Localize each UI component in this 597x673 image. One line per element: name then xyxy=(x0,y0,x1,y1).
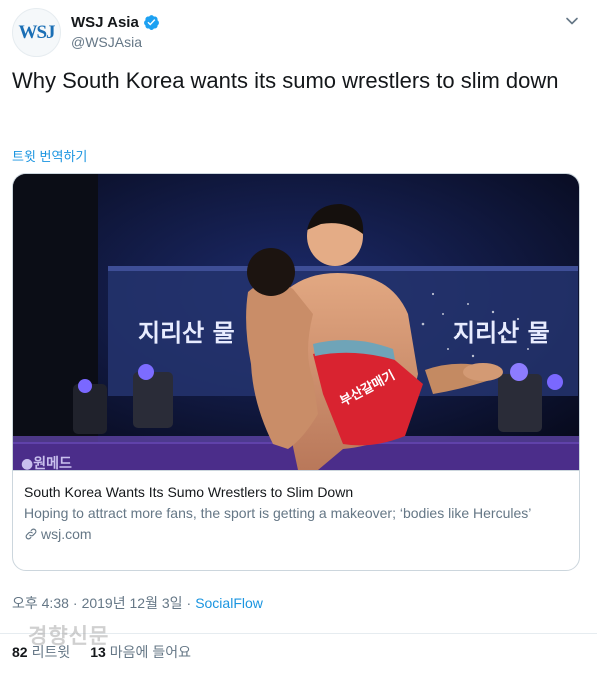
link-card[interactable]: 지리산 물 지리산 물 ●원메드 부산갈매기 South Korea Wants… xyxy=(12,173,580,571)
card-description: Hoping to attract more fans, the sport i… xyxy=(24,505,532,521)
avatar-logo-text: WSJ xyxy=(18,21,55,43)
meta-separator: · xyxy=(186,595,192,611)
banner-text: ●원메드 xyxy=(21,456,72,470)
tweet-date[interactable]: 2019년 12월 3일 xyxy=(82,595,183,611)
avatar[interactable]: WSJ xyxy=(12,8,61,57)
chevron-down-icon[interactable] xyxy=(565,14,579,28)
tweet-text: Why South Korea wants its sumo wrestlers… xyxy=(12,68,559,93)
tweet-source-link[interactable]: SocialFlow xyxy=(195,595,263,611)
tweet-meta: 오후 4:38 · 2019년 12월 3일 · SocialFlow xyxy=(12,593,263,613)
like-label: 마음에 들어요 xyxy=(109,644,191,660)
translate-tweet-link[interactable]: 트윗 번역하기 xyxy=(12,146,87,165)
link-icon xyxy=(25,528,37,540)
card-domain[interactable]: wsj.com xyxy=(24,526,568,542)
tweet-header: WSJ WSJ Asia @WSJAsia xyxy=(12,6,587,58)
display-name[interactable]: WSJ Asia xyxy=(71,14,139,31)
left-sign-text: 지리산 물 xyxy=(138,319,235,347)
retweet-count: 82 xyxy=(12,644,28,660)
card-body[interactable]: South Korea Wants Its Sumo Wrestlers to … xyxy=(13,470,579,570)
card-domain-text: wsj.com xyxy=(41,526,92,542)
card-photo[interactable]: 지리산 물 지리산 물 ●원메드 부산갈매기 xyxy=(13,174,579,470)
meta-separator: · xyxy=(72,595,78,611)
tweet-time[interactable]: 오후 4:38 xyxy=(12,595,69,611)
stage-light-left xyxy=(133,364,173,428)
verified-badge-icon xyxy=(143,14,159,30)
card-title[interactable]: South Korea Wants Its Sumo Wrestlers to … xyxy=(24,483,568,501)
account-names: WSJ Asia @WSJAsia xyxy=(71,12,160,50)
stage-light-far-left xyxy=(73,379,107,434)
handle[interactable]: @WSJAsia xyxy=(71,34,160,50)
watermark: 경향신문 xyxy=(28,625,110,648)
right-sign-text: 지리산 물 xyxy=(453,319,550,347)
